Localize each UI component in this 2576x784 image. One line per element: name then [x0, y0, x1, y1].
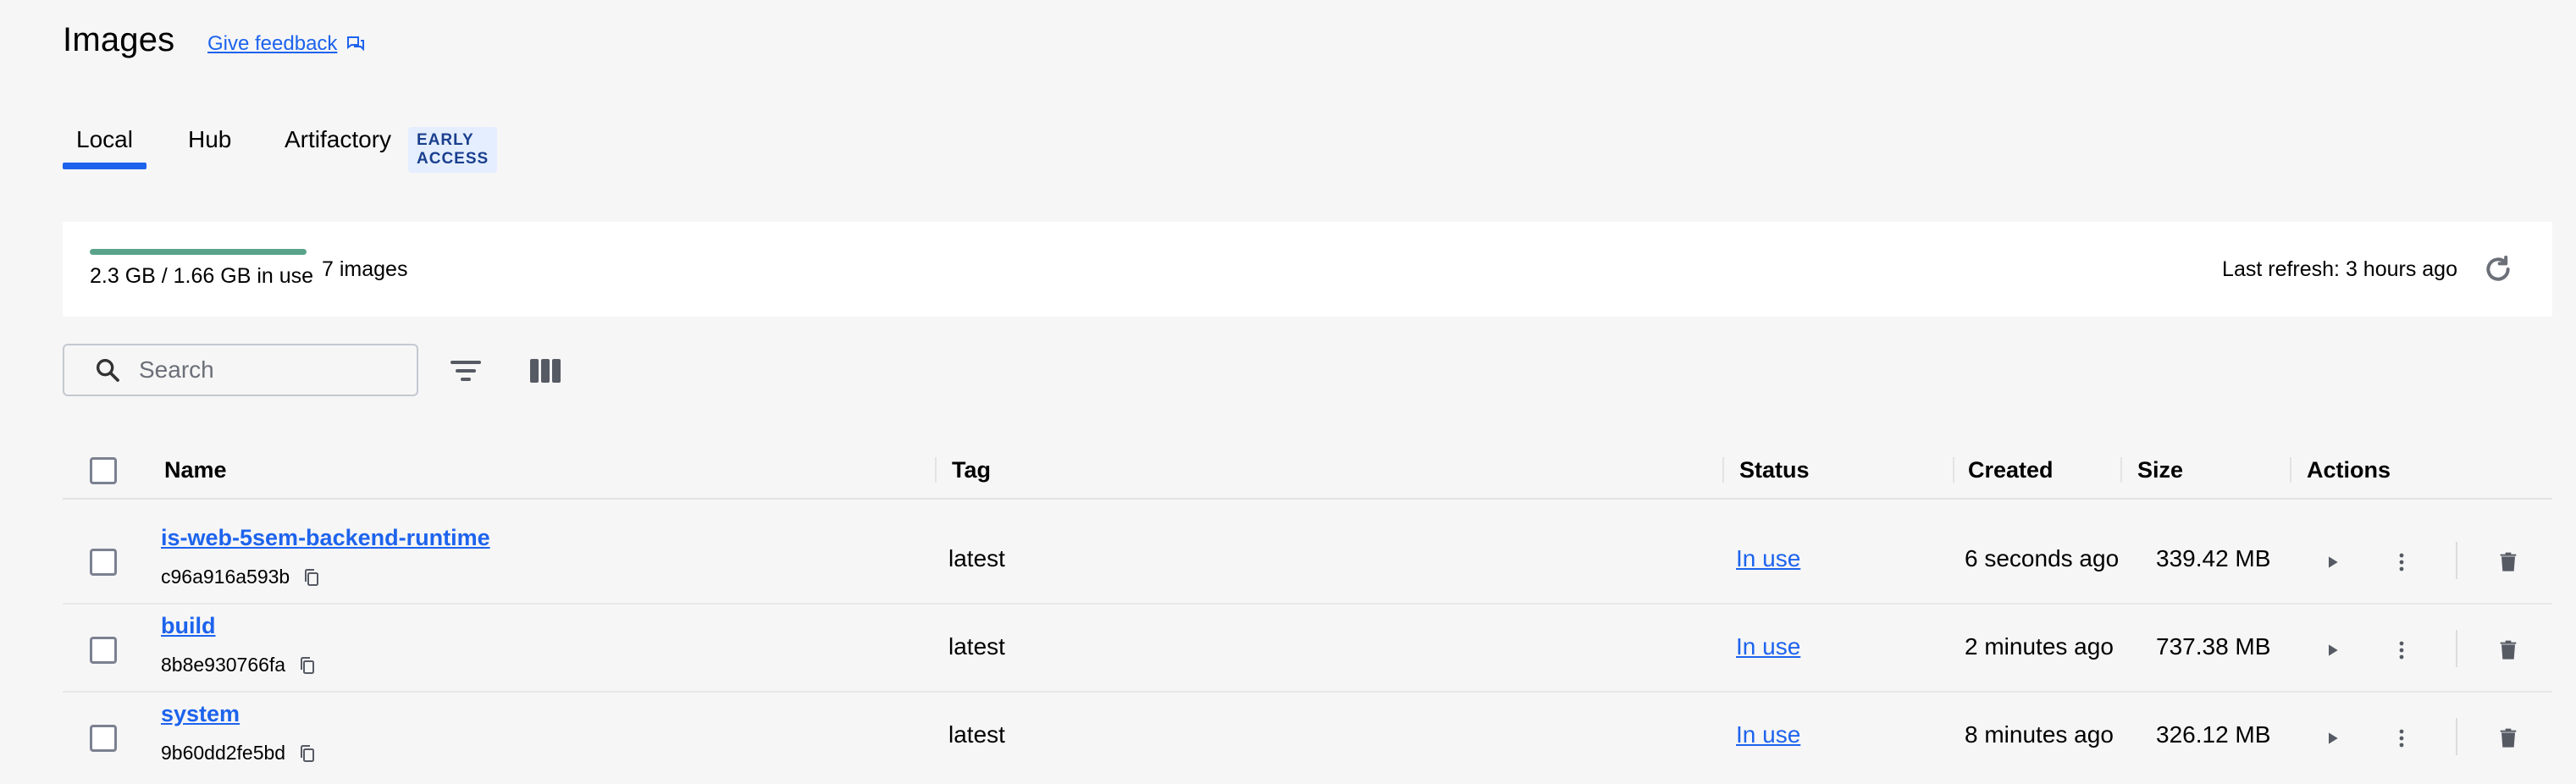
image-status-link[interactable]: In use — [1736, 721, 1800, 748]
image-name-link[interactable]: system — [161, 701, 240, 727]
search-input[interactable] — [137, 356, 395, 384]
more-vertical-icon[interactable] — [2388, 725, 2415, 752]
row-checkbox[interactable] — [90, 725, 117, 752]
column-divider — [1722, 457, 1724, 483]
image-id-text: c96a916a593b — [161, 566, 290, 588]
copy-icon[interactable] — [301, 567, 322, 588]
image-id: c96a916a593b — [161, 566, 322, 588]
trash-icon[interactable] — [2495, 549, 2522, 576]
columns-icon[interactable] — [525, 351, 566, 391]
actions-divider — [2456, 718, 2457, 755]
table-row: is-web-5sem-backend-runtime c96a916a593b… — [63, 516, 2552, 605]
play-icon[interactable] — [2319, 637, 2346, 664]
image-created: 2 minutes ago — [1965, 633, 2114, 660]
column-header-name[interactable]: Name — [164, 457, 227, 483]
column-header-status[interactable]: Status — [1739, 457, 1810, 483]
image-tag: latest — [948, 545, 1005, 571]
tab-hub[interactable]: Hub — [188, 119, 231, 161]
table-row: build 8b8e930766fa latest In use 2 minut… — [63, 605, 2552, 693]
column-header-created[interactable]: Created — [1968, 457, 2054, 483]
image-size: 326.12 MB — [2156, 721, 2271, 748]
image-size: 339.42 MB — [2156, 545, 2271, 571]
image-count: 7 images — [322, 257, 408, 281]
image-created: 6 seconds ago — [1965, 545, 2120, 571]
image-name-link[interactable]: is-web-5sem-backend-runtime — [161, 525, 490, 551]
disk-usage-bar — [90, 249, 307, 255]
give-feedback-link[interactable]: Give feedback — [207, 32, 366, 56]
tab-artifactory[interactable]: Artifactory — [285, 119, 391, 161]
actions-divider — [2456, 542, 2457, 579]
copy-icon[interactable] — [297, 743, 318, 764]
disk-usage-summary: 2.3 GB / 1.66 GB in use 7 images Last re… — [63, 222, 2552, 317]
column-divider — [1953, 457, 1954, 483]
column-header-size[interactable]: Size — [2137, 457, 2183, 483]
table-header: Name Tag Status Created Size Actions — [63, 445, 2552, 500]
play-icon[interactable] — [2319, 549, 2346, 576]
column-divider — [935, 457, 937, 483]
search-icon — [96, 358, 119, 382]
image-name-link[interactable]: build — [161, 613, 215, 639]
column-divider — [2120, 457, 2122, 483]
disk-usage-text: 2.3 GB / 1.66 GB in use — [90, 264, 314, 288]
column-header-actions: Actions — [2307, 457, 2391, 483]
image-id-text: 9b60dd2fe5bd — [161, 742, 286, 764]
row-checkbox[interactable] — [90, 549, 117, 576]
row-checkbox[interactable] — [90, 637, 117, 664]
search-box[interactable] — [63, 344, 418, 396]
page-title: Images — [63, 21, 175, 58]
image-id: 9b60dd2fe5bd — [161, 742, 318, 765]
trash-icon[interactable] — [2495, 725, 2522, 752]
more-vertical-icon[interactable] — [2388, 549, 2415, 576]
feedback-icon — [347, 36, 365, 52]
disk-usage-fill — [90, 249, 307, 255]
image-tag: latest — [948, 721, 1005, 748]
image-size: 737.38 MB — [2156, 633, 2271, 660]
image-id: 8b8e930766fa — [161, 654, 318, 676]
give-feedback-label: Give feedback — [207, 32, 338, 55]
last-refresh-text: Last refresh: 3 hours ago — [2222, 257, 2457, 281]
play-icon[interactable] — [2319, 725, 2346, 752]
refresh-icon[interactable] — [2481, 252, 2515, 286]
column-header-tag[interactable]: Tag — [952, 457, 991, 483]
tab-local[interactable]: Local — [63, 119, 146, 169]
early-access-badge: EARLY ACCESS — [408, 127, 498, 173]
image-id-text: 8b8e930766fa — [161, 654, 286, 676]
table-row: system 9b60dd2fe5bd latest In use 8 minu… — [63, 693, 2552, 781]
copy-icon[interactable] — [297, 655, 318, 676]
trash-icon[interactable] — [2495, 637, 2522, 664]
image-tag: latest — [948, 633, 1005, 660]
column-divider — [2290, 457, 2291, 483]
image-created: 8 minutes ago — [1965, 721, 2114, 748]
actions-divider — [2456, 630, 2457, 667]
image-status-link[interactable]: In use — [1736, 633, 1800, 660]
select-all-checkbox[interactable] — [90, 457, 117, 484]
more-vertical-icon[interactable] — [2388, 637, 2415, 664]
image-status-link[interactable]: In use — [1736, 545, 1800, 572]
filter-icon[interactable] — [445, 351, 486, 391]
